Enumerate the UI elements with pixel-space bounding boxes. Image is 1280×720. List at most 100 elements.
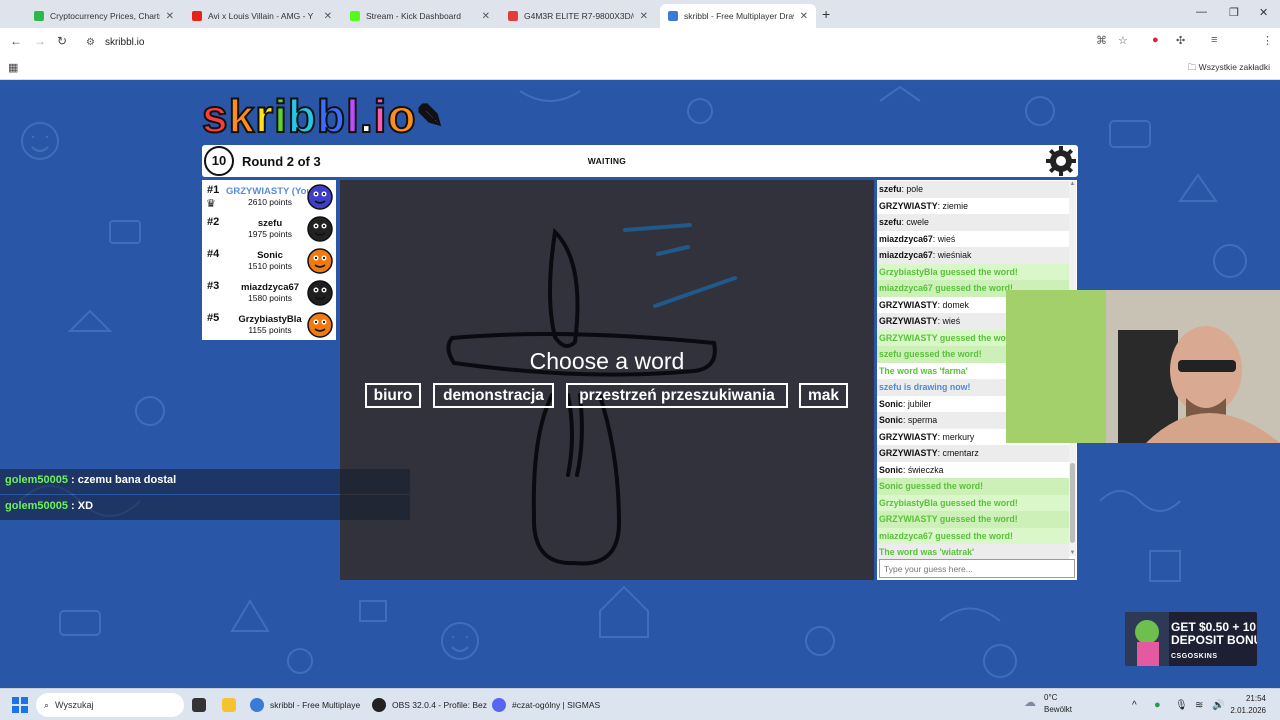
weather-widget[interactable]: ☁ 0°C Bewölkt <box>1024 692 1072 716</box>
start-button[interactable] <box>12 689 28 720</box>
reload-icon[interactable]: ↻ <box>57 34 67 48</box>
chat-message: Sonic: świeczka <box>879 464 944 475</box>
extension-icon[interactable]: ● <box>1152 34 1159 46</box>
logo-letter: b <box>287 90 317 142</box>
windows-logo-icon <box>12 697 28 713</box>
close-tab-icon[interactable]: ✕ <box>482 11 490 22</box>
taskbar-app[interactable]: #czat-ogólny | SIGMAS <box>492 689 600 720</box>
taskbar-clock[interactable]: 21:54 2.01.2026 <box>1230 693 1266 717</box>
ad-brand: CSGOSKINS <box>1171 653 1218 660</box>
tab-favicon-icon <box>508 11 518 21</box>
chat-username: szefu <box>879 217 902 227</box>
bookmark-star-icon[interactable]: ☆ <box>1118 34 1128 47</box>
browser-tab[interactable]: Avi x Louis Villain - AMG - Y ✕ <box>184 4 340 28</box>
volume-icon[interactable]: 🔊 <box>1212 689 1224 720</box>
browser-tab[interactable]: G4M3R ELITE R7-9800X3D/64G ✕ <box>500 4 656 28</box>
wifi-icon[interactable]: ≋ <box>1195 689 1203 720</box>
chat-text: cmentarz <box>942 448 979 458</box>
chat-message: GrzybiastyBla guessed the word! <box>877 263 1069 280</box>
windmill-drawing <box>446 223 737 566</box>
scroll-thumb[interactable] <box>1070 463 1075 543</box>
search-icon: ⌕ <box>44 699 50 710</box>
bookmarks-bar: ▦ 🗀 Wszystkie zakładki <box>0 56 1280 80</box>
media-controls-icon[interactable]: ≡ <box>1211 34 1217 46</box>
file-explorer-icon[interactable] <box>222 689 242 720</box>
word-choice-button[interactable]: przestrzeń przeszukiwania <box>566 383 788 408</box>
chat-message: szefu: cwele <box>877 214 1069 231</box>
owner-crown-icon: ♛ <box>206 198 216 210</box>
chat-username: GRZYWIASTY <box>879 200 938 211</box>
extensions-puzzle-icon[interactable]: ✣ <box>1176 34 1185 47</box>
player-avatar <box>307 312 333 338</box>
ad-line-1: GET $0.50 + 10 <box>1171 620 1257 634</box>
player-points: 1580 points <box>248 293 292 303</box>
stream-chat-text: : XD <box>67 500 94 512</box>
chat-message: GRZYWIASTY: ziemie <box>879 200 968 211</box>
chat-username: miazdzyca67 <box>879 233 933 244</box>
tray-app-icon[interactable]: ● <box>1154 689 1161 720</box>
close-tab-icon[interactable]: ✕ <box>800 11 808 22</box>
close-tab-icon[interactable]: ✕ <box>324 11 332 22</box>
chat-text: sperma <box>907 415 938 425</box>
address-bar: ← → ↻ ⚙ skribbl.io ⌘ ☆ ● ✣ ≡ J ⋮ <box>0 28 1280 76</box>
forward-icon[interactable]: → <box>34 34 46 48</box>
player-points: 1510 points <box>248 261 292 271</box>
guess-input[interactable] <box>879 559 1075 578</box>
tray-chevron-icon[interactable]: ^ <box>1132 689 1137 720</box>
settings-gear-icon[interactable] <box>1046 146 1076 176</box>
chat-message: GRZYWIASTY: cmentarz <box>877 445 1069 462</box>
logo-letter: i <box>273 90 288 142</box>
player-row[interactable]: #5 GrzybiastyBla 1155 points <box>202 308 336 340</box>
player-rank: #5 <box>207 312 220 324</box>
restore-icon[interactable]: ❐ <box>1229 6 1239 19</box>
all-bookmarks-link[interactable]: 🗀 Wszystkie zakładki <box>1188 62 1270 76</box>
site-info-icon[interactable]: ⚙ <box>86 37 95 48</box>
apps-grid-icon[interactable]: ▦ <box>8 61 18 74</box>
player-rank: #3 <box>207 280 220 292</box>
player-name: GRZYWIASTY (You) <box>226 186 316 197</box>
player-rank: #1 <box>207 184 220 196</box>
player-row[interactable]: #4 Sonic 1510 points <box>202 244 336 276</box>
taskbar-app[interactable]: OBS 32.0.4 - Profile: Bez <box>372 689 487 720</box>
chat-text: cwele <box>906 217 929 227</box>
word-choice-button[interactable]: demonstracja <box>433 383 554 408</box>
close-window-icon[interactable]: ✕ <box>1259 6 1268 19</box>
player-row[interactable]: #1 ♛ GRZYWIASTY (You) 2610 points <box>202 180 336 212</box>
word-choice-button[interactable]: mak <box>799 383 848 408</box>
new-tab-button[interactable]: + <box>822 6 830 22</box>
minimize-icon[interactable]: — <box>1196 6 1207 18</box>
scroll-up-icon[interactable]: ▲ <box>1069 181 1076 187</box>
tab-favicon-icon <box>34 11 44 21</box>
browser-tab[interactable]: skribbl - Free Multiplayer Drawi ✕ <box>660 4 816 28</box>
browser-tab[interactable]: Cryptocurrency Prices, Charts, a ✕ <box>26 4 182 28</box>
close-tab-icon[interactable]: ✕ <box>640 11 648 22</box>
menu-icon[interactable]: ⋮ <box>1262 34 1273 47</box>
scroll-down-icon[interactable]: ▼ <box>1069 550 1076 556</box>
logo-letter: s <box>201 90 229 142</box>
chat-username: miazdzyca67 <box>879 250 933 260</box>
url-field[interactable]: ⚙ skribbl.io <box>78 31 1138 53</box>
csgoskins-ad[interactable]: GET $0.50 + 10 DEPOSIT BONU CSGOSKINS <box>1125 612 1257 666</box>
translate-icon[interactable]: ⌘ <box>1096 34 1107 47</box>
chat-system-text: GrzybiastyBla guessed the word! <box>879 266 1018 277</box>
close-tab-icon[interactable]: ✕ <box>166 11 174 22</box>
taskbar-app[interactable]: skribbl - Free Multiplaye <box>250 689 360 720</box>
chat-message: miazdzyca67: wieśniak <box>877 247 1069 264</box>
back-icon[interactable]: ← <box>10 34 22 48</box>
chat-message: szefu: pole <box>877 181 1069 198</box>
drawing-canvas[interactable]: Choose a word biuro demonstracja przestrze… <box>340 180 874 580</box>
app-icon <box>250 698 264 712</box>
player-avatar <box>307 184 333 210</box>
microphone-icon[interactable]: 🎙 <box>1175 689 1188 720</box>
chat-text: wieś <box>937 233 956 244</box>
browser-tab[interactable]: Stream - Kick Dashboard ✕ <box>342 4 498 28</box>
chat-text: domek <box>942 299 969 310</box>
player-row[interactable]: #2 szefu 1975 points <box>202 212 336 244</box>
task-view-icon[interactable] <box>192 689 212 720</box>
word-choice-button[interactable]: biuro <box>365 383 421 408</box>
taskbar-search[interactable]: ⌕ Wyszukaj <box>36 693 184 717</box>
player-row[interactable]: #3 miazdzyca67 1580 points <box>202 276 336 308</box>
player-points: 1975 points <box>248 229 292 239</box>
player-avatar <box>307 280 333 306</box>
game-status: WAITING <box>587 156 627 166</box>
